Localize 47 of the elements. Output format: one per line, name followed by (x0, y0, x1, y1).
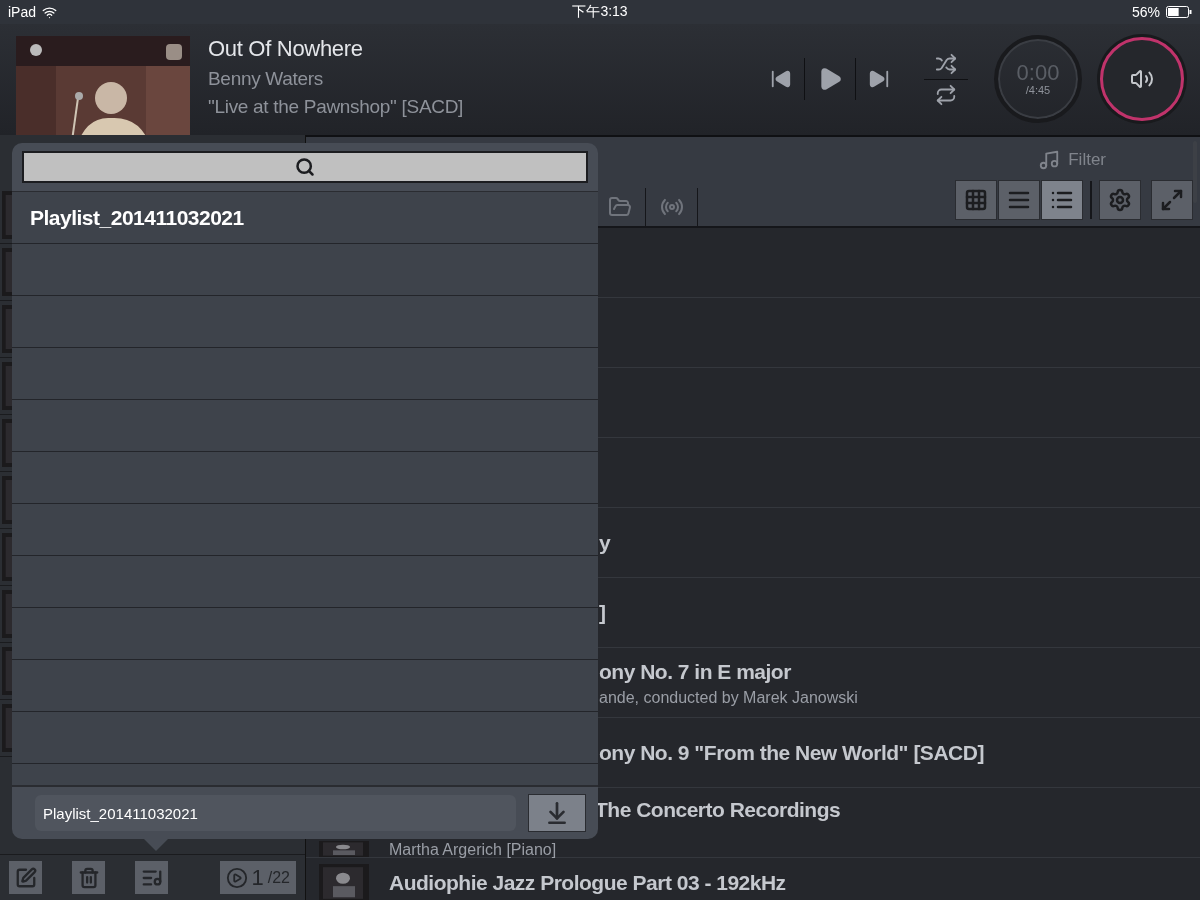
speaker-icon (1130, 67, 1154, 91)
battery-icon (1166, 6, 1192, 18)
playlist-button[interactable] (135, 861, 168, 894)
edit-button[interactable] (9, 861, 42, 894)
search-icon (295, 157, 315, 177)
previous-button[interactable] (770, 68, 792, 90)
play-circle-icon (225, 866, 248, 889)
folder-icon (607, 195, 632, 219)
total-time: /4:45 (1025, 84, 1051, 96)
list-view-button[interactable] (1041, 180, 1083, 220)
shuffle-icon[interactable] (935, 52, 957, 75)
expand-icon (1160, 188, 1184, 212)
track-title: Audiophie Jazz Prologue Part 03 - 192kHz (389, 871, 786, 895)
grid-view-button[interactable] (955, 180, 997, 220)
carrier-label: iPad (8, 4, 37, 20)
next-button[interactable] (868, 68, 890, 90)
artist-name: Benny Waters (208, 68, 325, 90)
repeat-icon[interactable] (935, 83, 957, 106)
music-note-icon (1038, 149, 1061, 171)
track-title: ] (599, 600, 606, 625)
scroll-thumb[interactable] (1193, 141, 1197, 203)
track-artist: ande, conducted by Marek Janowski (599, 690, 858, 705)
battery-percent: 56% (1131, 4, 1160, 20)
next-icon (868, 68, 890, 90)
delete-button[interactable] (72, 861, 105, 894)
track-title: ony No. 9 "From the New World" [SACD] (599, 740, 984, 765)
playlist-name-field[interactable]: Playlist_201411032021 (35, 795, 516, 831)
track-title: ony No. 7 in E major (599, 660, 791, 684)
previous-icon (770, 68, 792, 90)
grid-icon (964, 188, 988, 212)
save-playlist-button[interactable] (528, 794, 586, 832)
playlist-item[interactable]: Playlist_201411032021 (12, 192, 598, 244)
edit-icon (14, 866, 37, 889)
settings-icon (1108, 188, 1132, 212)
settings-button[interactable] (1099, 180, 1141, 220)
track-artist: Martha Argerich [Piano] (389, 842, 557, 857)
volume-button[interactable] (1100, 37, 1184, 121)
trash-icon (77, 866, 100, 889)
track-title: Out Of Nowhere (208, 36, 364, 62)
wifi-icon (42, 4, 58, 20)
track-title: The Concerto Recordings (595, 798, 841, 822)
fullscreen-button[interactable] (1151, 180, 1193, 220)
track-title: y (599, 530, 611, 555)
album-name: "Live at the Pawnshop" [SACD] (208, 96, 464, 118)
search-field[interactable] (22, 151, 588, 183)
clock: 下午3:13 (572, 3, 628, 21)
rows-view-button[interactable] (998, 180, 1040, 220)
